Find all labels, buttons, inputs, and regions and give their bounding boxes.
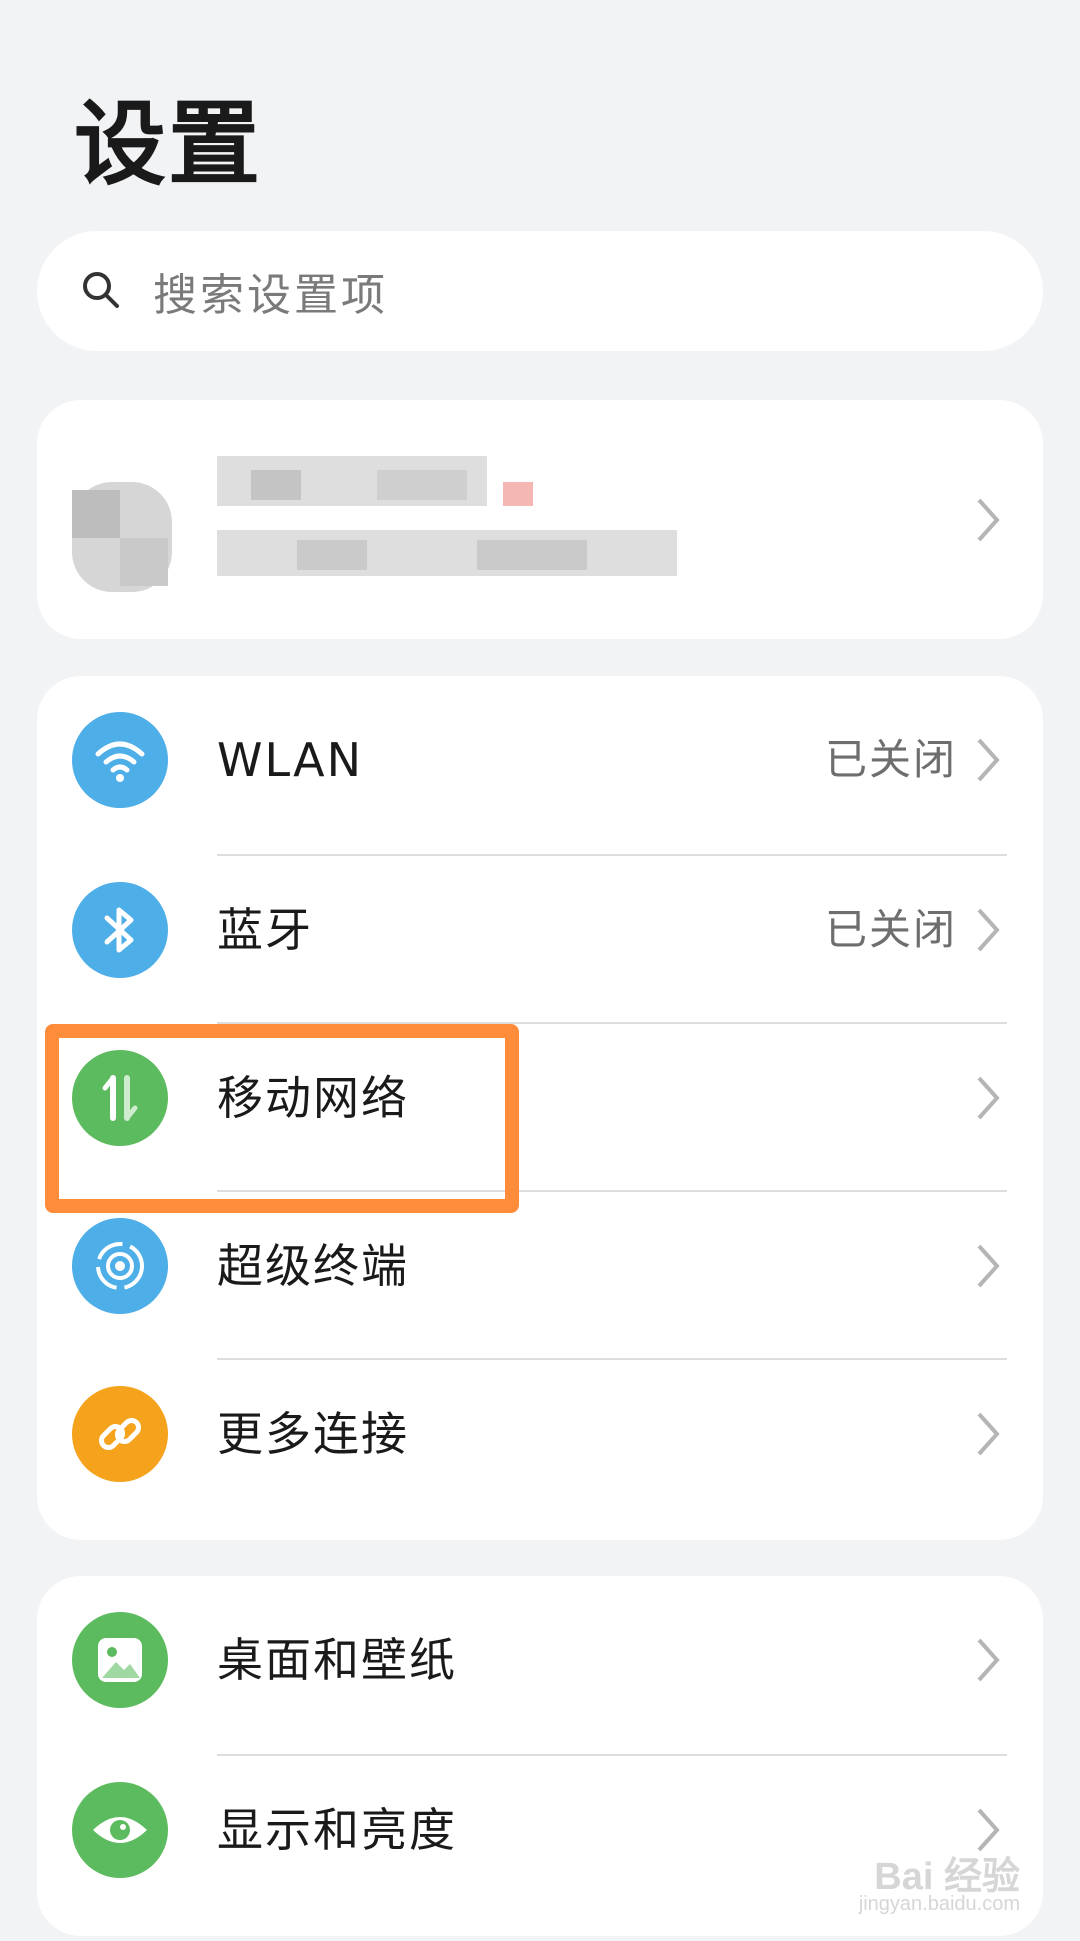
search-icon — [83, 272, 119, 308]
settings-item-label: 蓝牙 — [217, 903, 313, 957]
wallpaper-icon — [72, 1612, 168, 1708]
settings-item-wlan[interactable]: WLAN 已关闭 — [37, 676, 1043, 844]
search-input[interactable]: 搜索设置项 — [37, 231, 1043, 351]
page-title: 设置 — [74, 91, 263, 198]
chevron-right-icon — [977, 1638, 1000, 1682]
settings-item-label: WLAN — [217, 733, 364, 787]
super-device-icon — [72, 1218, 168, 1314]
highlight-box — [45, 1024, 519, 1213]
status-value: 已关闭 — [824, 905, 957, 954]
settings-item-more-connections[interactable]: 更多连接 — [37, 1350, 1043, 1518]
settings-item-label: 桌面和壁纸 — [217, 1633, 457, 1687]
bluetooth-icon — [72, 882, 168, 978]
account-card[interactable] — [37, 400, 1043, 639]
chevron-right-icon — [977, 1412, 1000, 1456]
status-value: 已关闭 — [824, 735, 957, 784]
chevron-right-icon — [977, 908, 1000, 952]
eye-icon — [72, 1782, 168, 1878]
link-icon — [72, 1386, 168, 1482]
chevron-right-icon — [977, 498, 1000, 542]
settings-item-label: 显示和亮度 — [217, 1803, 457, 1857]
settings-item-wallpaper[interactable]: 桌面和壁纸 — [37, 1576, 1043, 1744]
chevron-right-icon — [977, 1076, 1000, 1120]
chevron-right-icon — [977, 1244, 1000, 1288]
watermark-url: jingyan.baidu.com — [858, 1893, 1020, 1915]
settings-item-bluetooth[interactable]: 蓝牙 已关闭 — [37, 846, 1043, 1014]
watermark-logo: Bai 经验 — [874, 1856, 1020, 1898]
search-placeholder: 搜索设置项 — [153, 270, 388, 321]
chevron-right-icon — [977, 738, 1000, 782]
settings-item-label: 更多连接 — [217, 1407, 409, 1461]
wifi-icon — [72, 712, 168, 808]
